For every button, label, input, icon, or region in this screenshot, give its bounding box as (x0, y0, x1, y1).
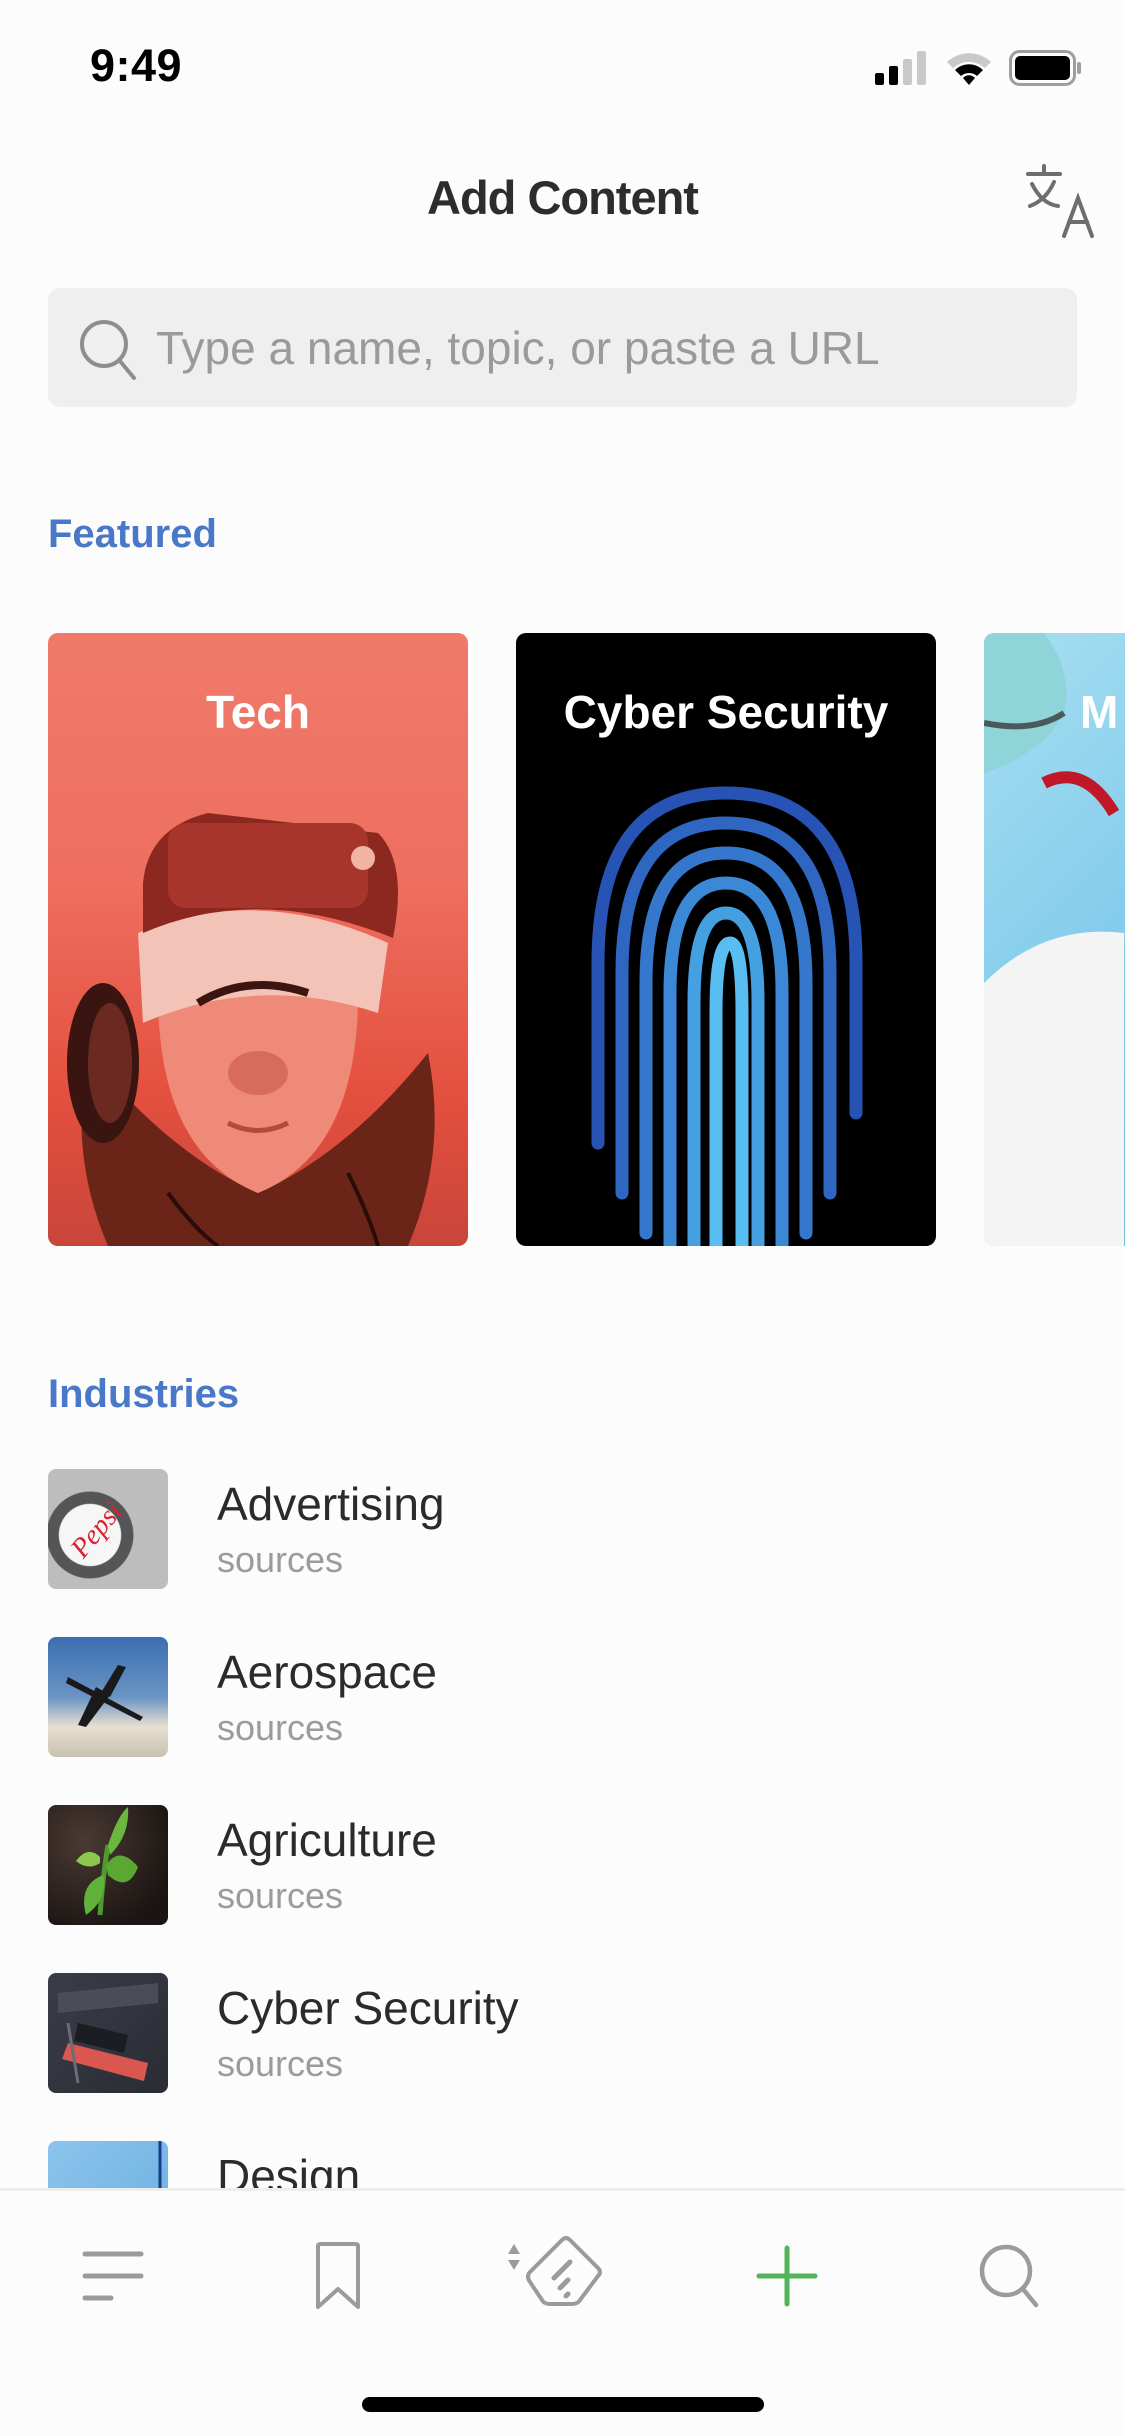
card-title: Cyber Security (563, 686, 889, 738)
tab-menu[interactable] (58, 2221, 168, 2331)
status-icons (875, 50, 1083, 86)
tab-saved[interactable] (283, 2221, 393, 2331)
cellular-signal-icon (875, 51, 926, 85)
battery-icon (1009, 50, 1081, 86)
list-item-subtitle: sources (217, 1875, 344, 1916)
list-item-name: Agriculture (217, 1814, 437, 1866)
tab-add-content[interactable] (732, 2221, 842, 2331)
search-input[interactable] (156, 320, 1056, 375)
card-title: Tech (206, 686, 310, 738)
list-item-cyber-security[interactable]: Cyber Security sources (0, 1973, 1125, 2093)
list-item-name: Cyber Security (217, 1982, 519, 2034)
thumbnail-agriculture (48, 1805, 168, 1925)
page-title: Add Content (427, 171, 699, 224)
wifi-icon (947, 53, 991, 85)
thumbnail-aerospace (48, 1637, 168, 1757)
list-item-subtitle: sources (217, 1707, 344, 1748)
list-item-subtitle: sources (217, 1539, 344, 1580)
list-item-name: Design (217, 2150, 361, 2188)
list-item-name: Aerospace (217, 1646, 437, 1698)
menu-icon (82, 2251, 144, 2301)
feedly-logo-icon (508, 2236, 602, 2306)
thumbnail-cyber-security (48, 1973, 168, 2093)
search-icon (80, 319, 136, 380)
list-item-design[interactable]: Design sources (0, 2141, 1125, 2188)
thumbnail-design (48, 2141, 168, 2188)
search-bar[interactable] (48, 288, 1077, 407)
translate-button[interactable] (1020, 160, 1100, 240)
featured-card-tech[interactable]: Tech (48, 633, 468, 1246)
status-time: 9:49 (90, 40, 183, 91)
search-icon (979, 2244, 1039, 2308)
thumbnail-advertising: Pepsi (48, 1469, 168, 1589)
tab-search[interactable] (955, 2221, 1065, 2331)
tab-feedly[interactable] (500, 2221, 610, 2331)
bookmark-icon (316, 2242, 360, 2309)
list-item-aerospace[interactable]: Aerospace sources (0, 1637, 1125, 1757)
list-item-name: Advertising (217, 1478, 445, 1530)
list-item-agriculture[interactable]: Agriculture sources (0, 1805, 1125, 1925)
featured-carousel[interactable]: Tech Cyber Security M (0, 633, 1125, 1246)
home-indicator (362, 2397, 764, 2412)
featured-card-partial[interactable]: M (984, 633, 1125, 1246)
list-item-subtitle: sources (217, 2043, 344, 2084)
featured-section-title: Featured (48, 512, 217, 556)
plus-icon (756, 2245, 818, 2307)
list-item-advertising[interactable]: Pepsi Advertising sources (0, 1469, 1125, 1589)
featured-card-cyber-security[interactable]: Cyber Security (516, 633, 936, 1246)
card-title: M (1080, 686, 1119, 738)
industries-section-title: Industries (48, 1372, 240, 1416)
svg-text:Pepsi: Pepsi (64, 1496, 128, 1564)
status-bar: 9:49 (0, 0, 1125, 132)
translate-icon (1026, 164, 1094, 238)
industries-list: Pepsi Advertising sources Aerospace sour… (0, 1469, 1125, 2188)
